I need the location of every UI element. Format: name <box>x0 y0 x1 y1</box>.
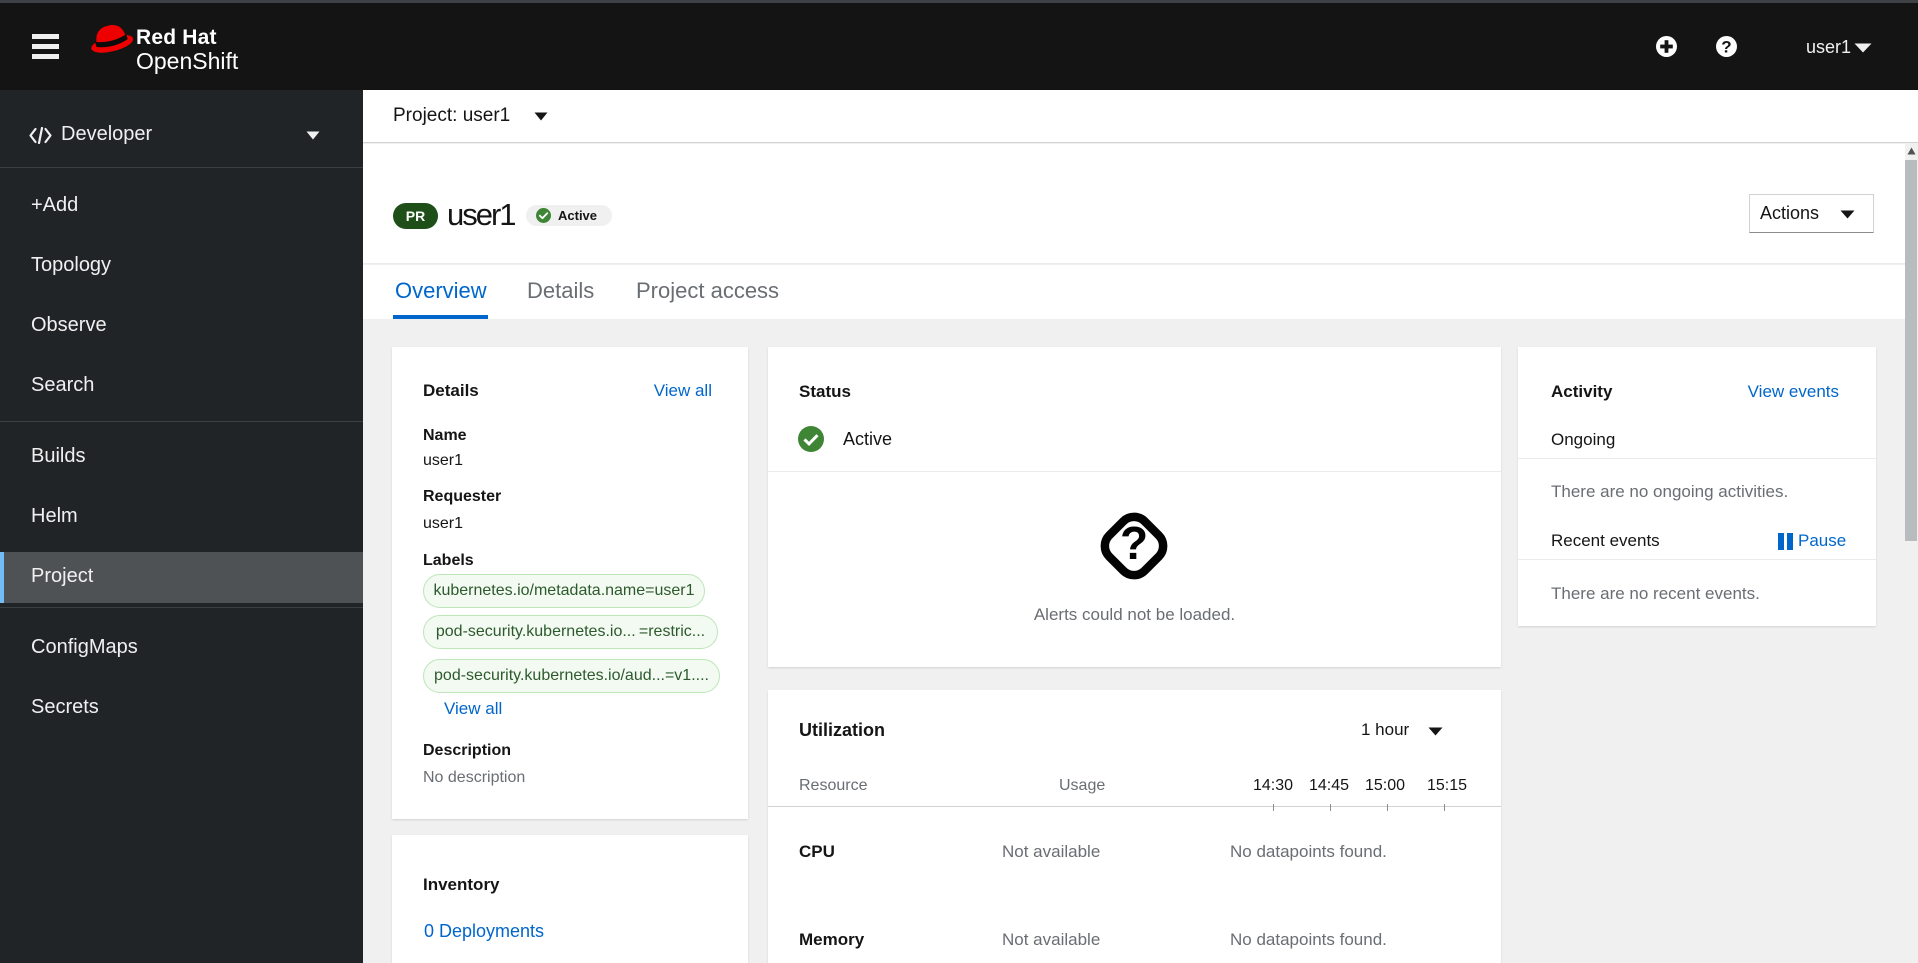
svg-text:?: ? <box>1120 517 1148 569</box>
svg-text:?: ? <box>1721 37 1731 56</box>
